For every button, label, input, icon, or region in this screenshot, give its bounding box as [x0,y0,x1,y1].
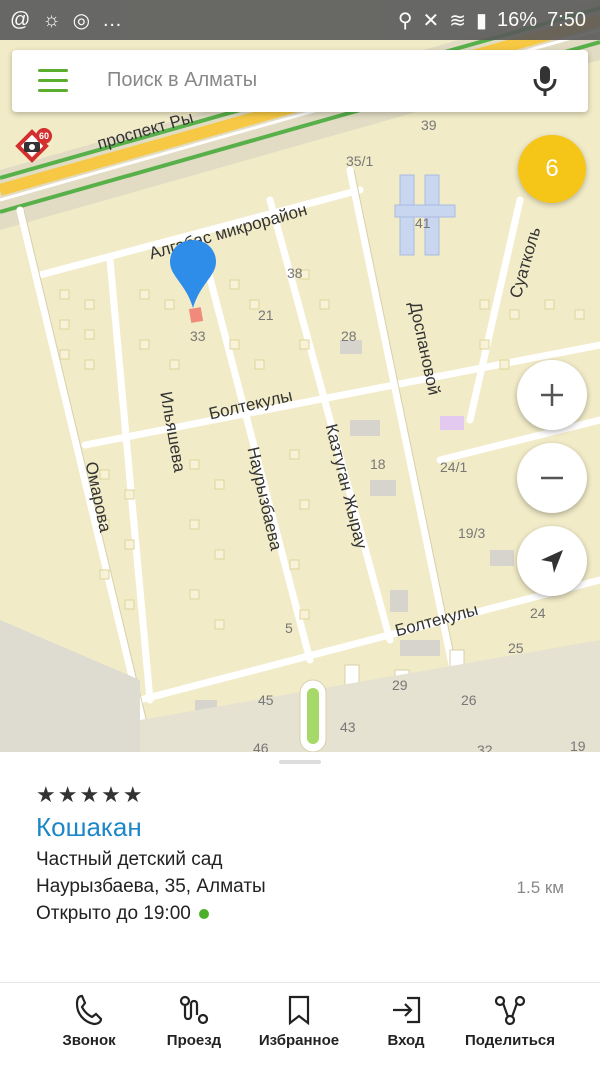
house-number: 28 [341,328,357,344]
rating-stars: ★★★★★ [36,782,145,807]
plus-icon [541,384,563,406]
signal-icon: ▮ [476,10,488,32]
bookmark-icon [288,995,310,1026]
map-view[interactable]: проспект Ры Алгабас микрорайон Суатколь … [0,0,600,752]
mute-icon: ✕ [422,10,440,32]
microphone-icon[interactable] [530,64,560,98]
drag-handle[interactable] [279,760,321,764]
more-icon: … [102,9,123,31]
place-category: Частный детский сад [36,849,223,870]
call-button[interactable]: Звонок [34,994,144,1049]
location-status-icon: ⚲ [397,10,413,32]
navigation-arrow-icon [541,550,563,573]
status-left: @ ☼ ◎ … [10,8,122,33]
my-location-button[interactable] [517,526,587,596]
weather-icon: ☼ [42,9,61,31]
zoom-in-button[interactable] [517,360,587,430]
house-number: 21 [258,307,274,323]
house-number: 45 [258,692,274,708]
sync-icon: ◎ [72,10,91,32]
cluster-count-badge[interactable]: 6 [518,135,586,203]
open-status-dot [198,908,209,919]
menu-icon[interactable] [38,69,68,93]
house-number: 26 [461,692,477,708]
share-button[interactable]: Поделиться [455,994,565,1049]
clock: 7:50 [547,9,586,31]
entrance-button[interactable]: Вход [351,994,461,1049]
house-number: 38 [287,265,303,281]
place-distance: 1.5 км [516,878,564,897]
search-input[interactable]: Поиск в Алматы [107,69,257,92]
share-icon [494,995,526,1026]
search-box[interactable]: Поиск в Алматы [12,50,588,112]
house-number: 19 [570,738,586,752]
house-number: 41 [415,215,431,231]
house-number: 24/1 [440,459,468,475]
battery-percent: 16% [497,9,538,31]
favorites-label: Избранное [258,1032,340,1049]
entrance-icon [393,996,421,1024]
call-label: Звонок [62,1032,116,1049]
speed-camera-icon: 60 [15,128,52,163]
house-number: 24 [530,605,546,621]
route-button[interactable]: Проезд [139,994,249,1049]
place-address: Наурызбаева, 35, Алматы [36,876,266,897]
divider [0,982,600,983]
favorites-button[interactable]: Избранное [244,994,354,1049]
house-number: 33 [190,328,206,344]
speed-limit-label: 60 [39,131,49,141]
status-bar: @ ☼ ◎ … ⚲ ✕ ≋ ▮ 16% 7:50 [0,0,600,40]
house-number: 46 [253,740,269,752]
status-right: ⚲ ✕ ≋ ▮ 16% 7:50 [398,8,586,33]
route-label: Проезд [166,1032,222,1049]
entrance-label: Вход [387,1032,425,1049]
house-number: 5 [285,620,293,636]
house-number: 35/1 [346,153,374,169]
at-icon: @ [10,9,31,31]
house-number: 29 [392,677,408,693]
place-name[interactable]: Кошакан [36,812,142,843]
route-icon [179,995,209,1025]
house-number: 32 [477,742,493,752]
house-number: 39 [421,117,437,133]
place-hours: Открыто до 19:00 [36,903,209,925]
house-number: 25 [508,640,524,656]
house-number: 43 [340,719,356,735]
location-pin-icon[interactable] [168,240,218,310]
house-number: 18 [370,456,386,472]
house-number: 19/3 [458,525,486,541]
zoom-out-button[interactable] [517,443,587,513]
place-card[interactable]: ★★★★★ Кошакан Частный детский сад Наурыз… [0,752,600,984]
minus-icon [541,476,563,480]
share-label: Поделиться [464,1032,556,1049]
hours-text: Открыто до 19:00 [36,903,191,924]
action-bar: Звонок Проезд Избранное Вход Поделиться [0,984,600,1066]
wifi-icon: ≋ [449,10,467,32]
phone-icon [75,994,103,1026]
